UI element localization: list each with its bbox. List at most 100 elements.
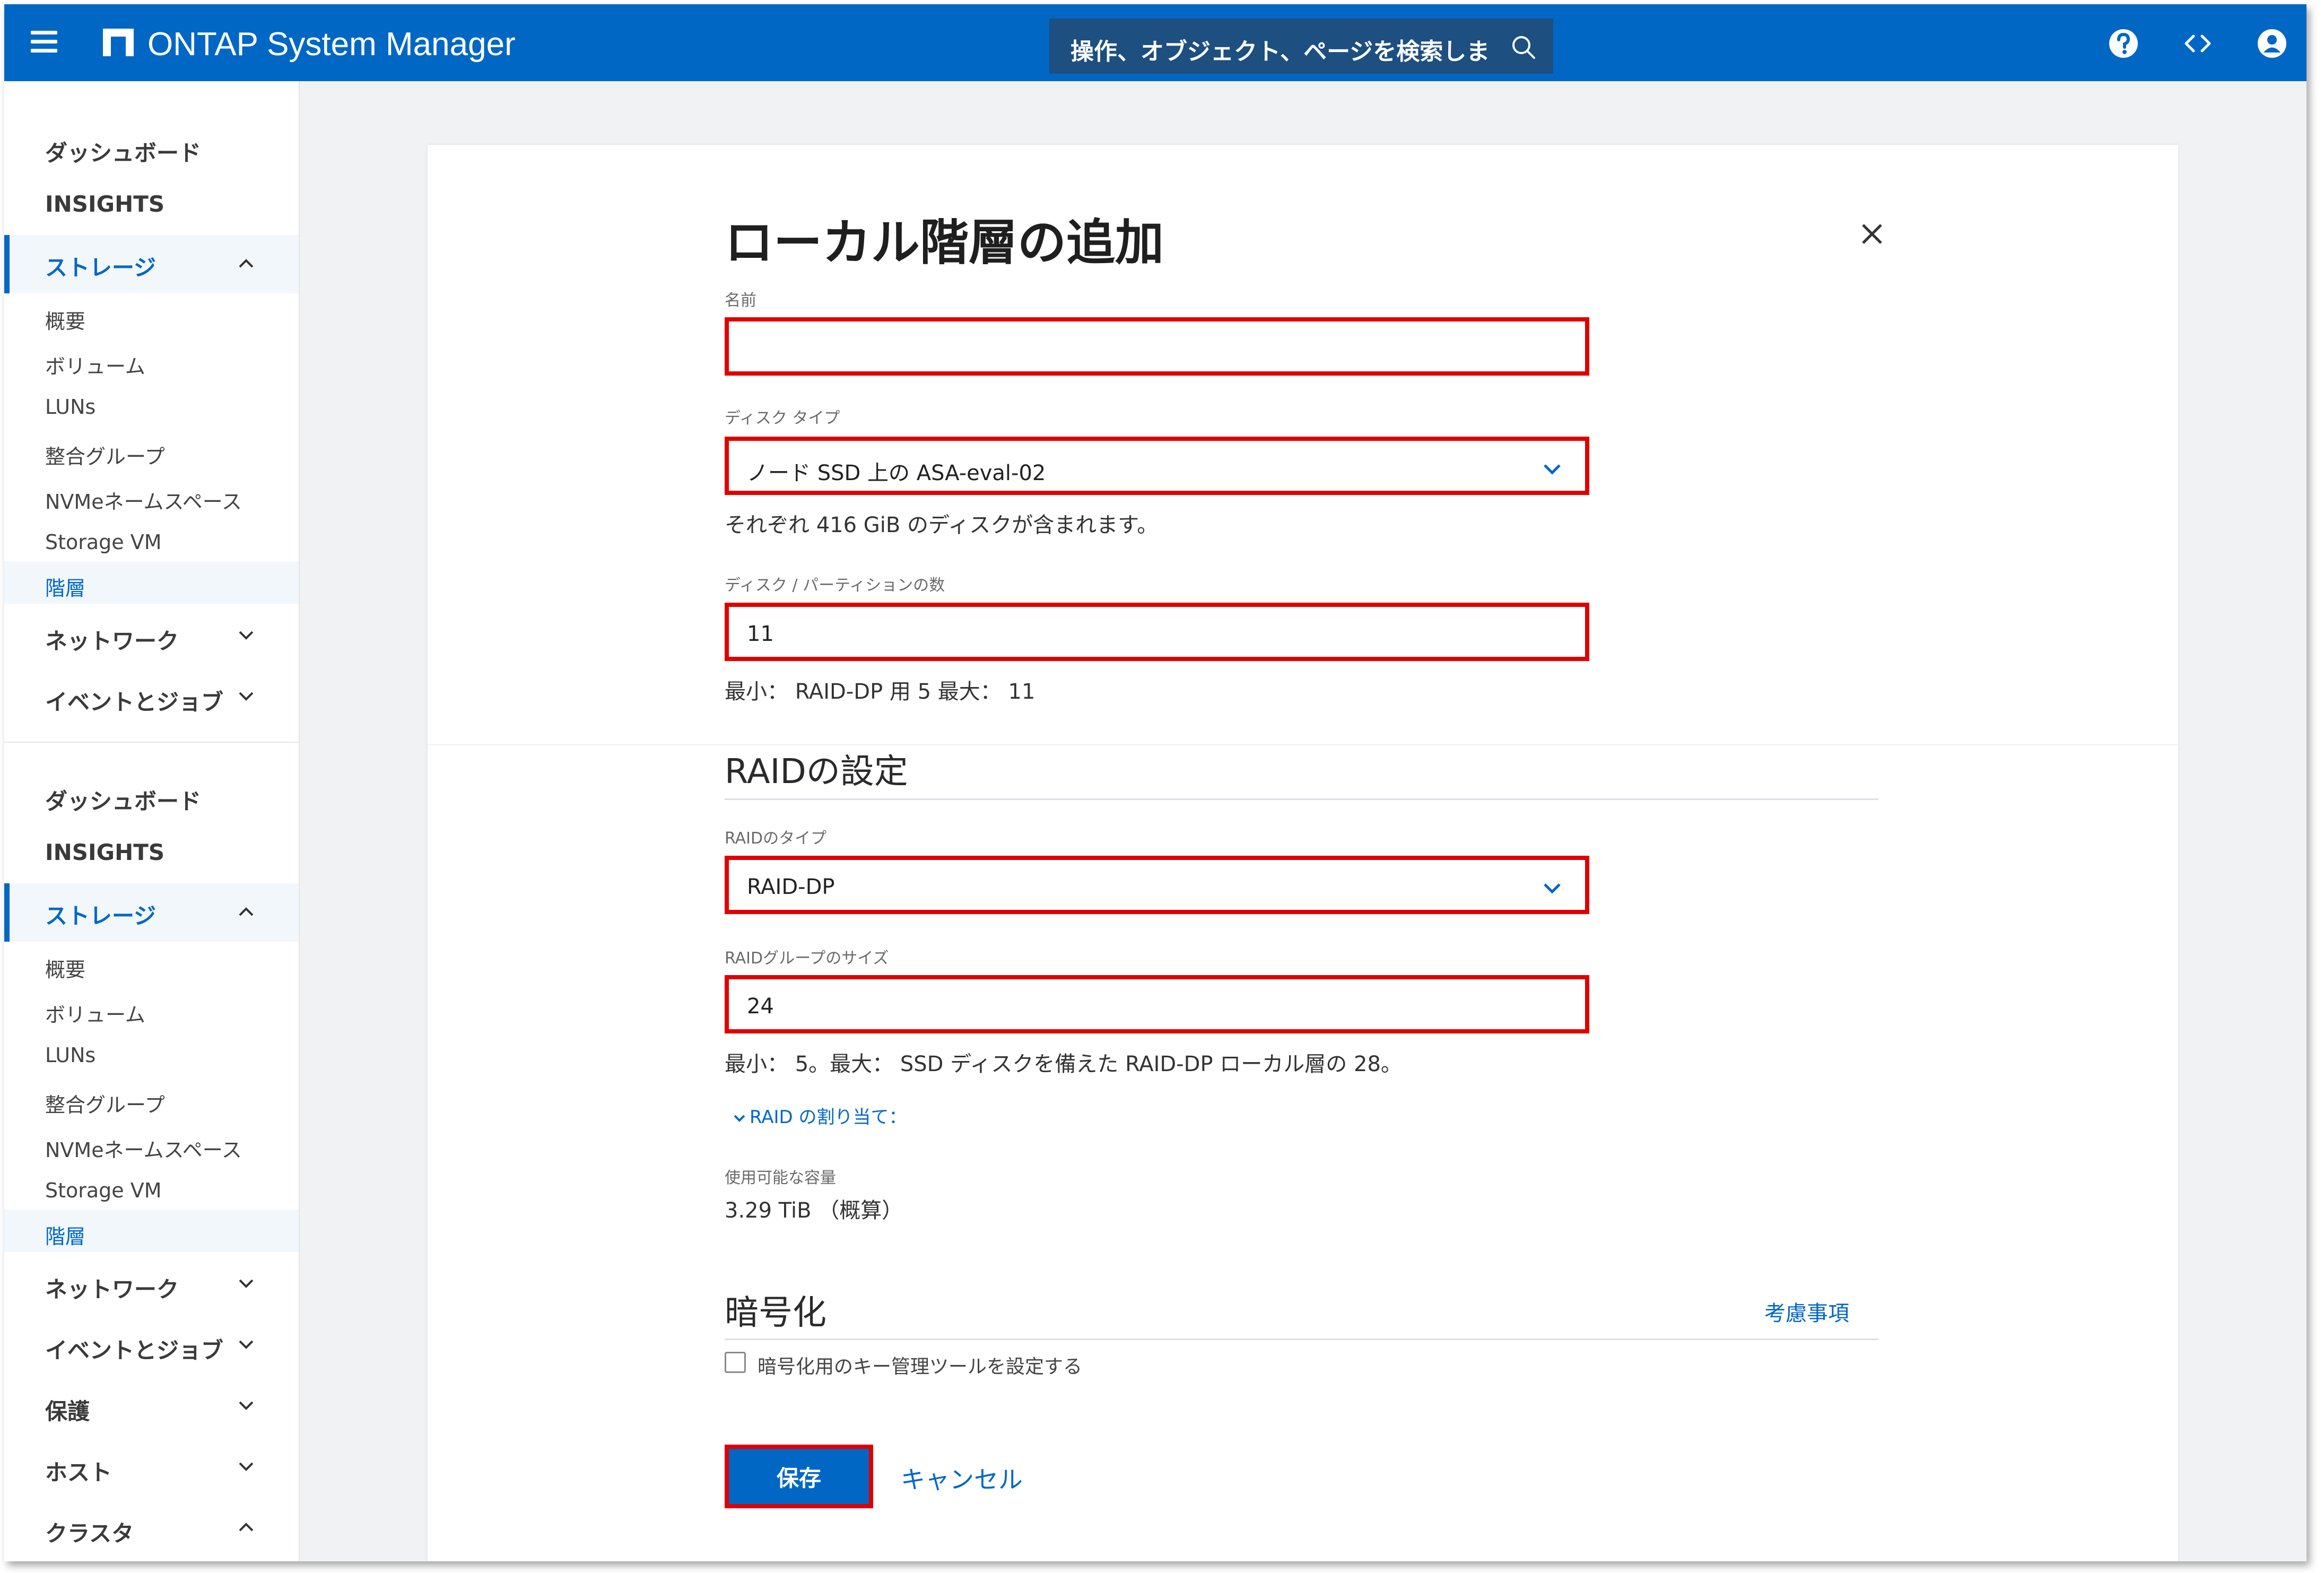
- sidebar-item-label: ホスト: [45, 1459, 112, 1485]
- sidebar-item-label: NVMeネームスペース: [45, 490, 242, 514]
- sidebar-item-label: クラスタ: [45, 1520, 134, 1546]
- chevron-down-icon[interactable]: [237, 690, 256, 702]
- sidebar-item-label: 整合グループ: [45, 1093, 165, 1117]
- sidebar-item-dashboard[interactable]: ダッシュボード: [4, 777, 299, 814]
- sidebar-item-dashboard[interactable]: ダッシュボード: [4, 129, 299, 166]
- sidebar-item-luns[interactable]: LUNs: [4, 1037, 299, 1074]
- sidebar-item-tiers[interactable]: 階層: [4, 561, 299, 604]
- search-icon[interactable]: [1510, 33, 1537, 61]
- sidebar-item-label: NVMeネームスペース: [45, 1139, 242, 1162]
- dialog-title: ローカル階層の追加: [725, 214, 1164, 271]
- disk-type-value: ノード SSD 上の ASA-eval-02: [747, 461, 1046, 485]
- sidebar-item-protection[interactable]: 保護: [4, 1387, 299, 1424]
- sidebar-item-nvme-namespaces[interactable]: NVMeネームスペース: [4, 479, 299, 516]
- app-window: ONTAP System Manager 操作、オブジェクト、ページを検索しま …: [4, 4, 2306, 1561]
- raid-section-divider: [725, 798, 1878, 800]
- raid-type-select[interactable]: RAID-DP: [725, 856, 1589, 914]
- sidebar-item-label: 保護: [45, 1398, 90, 1424]
- chevron-down-icon[interactable]: [237, 1399, 256, 1412]
- code-icon[interactable]: [2182, 28, 2214, 59]
- user-icon[interactable]: [2256, 28, 2288, 59]
- search-input[interactable]: 操作、オブジェクト、ページを検索しま: [1070, 32, 1490, 66]
- chevron-down-icon[interactable]: [237, 1277, 256, 1290]
- key-manager-checkbox[interactable]: [725, 1352, 746, 1373]
- save-button[interactable]: 保存: [725, 1445, 873, 1508]
- sidebar-item-nvme-namespaces[interactable]: NVMeネームスペース: [4, 1127, 299, 1164]
- sidebar-item-events-jobs[interactable]: イベントとジョブ: [4, 1326, 299, 1363]
- chevron-down-icon[interactable]: [237, 629, 256, 641]
- disk-count-hint: 最小： RAID-DP 用 5 最大： 11: [725, 680, 1035, 704]
- sidebar-item-volumes[interactable]: ボリューム: [4, 992, 299, 1029]
- encryption-section-divider: [725, 1339, 1878, 1340]
- name-label: 名前: [725, 291, 756, 310]
- sidebar-item-overview[interactable]: 概要: [4, 299, 299, 336]
- top-bar: ONTAP System Manager 操作、オブジェクト、ページを検索しま: [4, 4, 2306, 81]
- netapp-logo-icon: [103, 29, 134, 56]
- search-bar[interactable]: 操作、オブジェクト、ページを検索しま: [1049, 19, 1553, 74]
- sidebar-item-cluster[interactable]: クラスタ: [4, 1509, 299, 1546]
- chevron-down-icon[interactable]: [1542, 462, 1563, 476]
- chevron-down-icon: [734, 1115, 745, 1122]
- sidebar-item-network[interactable]: ネットワーク: [4, 617, 299, 654]
- sidebar-item-label: Storage VM: [45, 1179, 162, 1202]
- add-local-tier-dialog: ローカル階層の追加 名前 ディスク タイプ ノード SSD 上の ASA-eva…: [428, 145, 2178, 1561]
- chevron-up-icon[interactable]: [237, 1521, 256, 1534]
- sidebar-item-storage-vm[interactable]: Storage VM: [4, 1172, 299, 1210]
- sidebar-item-label: INSIGHTS: [45, 839, 165, 865]
- sidebar-item-tiers[interactable]: 階層: [4, 1210, 299, 1252]
- key-manager-checkbox-label: 暗号化用のキー管理ツールを設定する: [758, 1356, 1083, 1378]
- disk-type-label: ディスク タイプ: [725, 409, 840, 428]
- sidebar: ダッシュボード INSIGHTS ストレージ 概要 ボリューム LUNs 整合グ…: [4, 81, 300, 1561]
- sidebar-item-hosts[interactable]: ホスト: [4, 1448, 299, 1485]
- sidebar-item-consistency-groups[interactable]: 整合グループ: [4, 434, 299, 471]
- sidebar-item-label: LUNs: [45, 1044, 96, 1067]
- name-input[interactable]: [725, 317, 1589, 376]
- disk-type-select[interactable]: ノード SSD 上の ASA-eval-02: [725, 437, 1589, 495]
- sidebar-item-label: ストレージ: [45, 903, 156, 929]
- chevron-up-icon[interactable]: [237, 257, 256, 270]
- sidebar-item-label: ボリューム: [45, 355, 145, 378]
- sidebar-item-label: ダッシュボード: [45, 788, 202, 814]
- chevron-down-icon[interactable]: [237, 1460, 256, 1473]
- cancel-button[interactable]: キャンセル: [901, 1461, 1023, 1496]
- raid-allocation-link: RAID の割り当て：: [750, 1107, 907, 1128]
- raid-group-size-hint: 最小： 5。最大： SSD ディスクを備えた RAID-DP ローカル層の 28…: [725, 1052, 1402, 1076]
- sidebar-item-label: 概要: [45, 958, 86, 981]
- considerations-link[interactable]: 考慮事項: [1764, 1296, 1849, 1327]
- sidebar-item-label: イベントとジョブ: [45, 689, 224, 715]
- sidebar-item-storage-vm[interactable]: Storage VM: [4, 524, 299, 561]
- sidebar-item-label: INSIGHTS: [45, 191, 165, 217]
- app-title: ONTAP System Manager: [147, 26, 516, 63]
- raid-group-size-label: RAIDグループのサイズ: [725, 949, 889, 968]
- hamburger-menu-icon[interactable]: [31, 31, 57, 53]
- close-icon[interactable]: [1860, 222, 1884, 246]
- raid-allocation-toggle[interactable]: RAID の割り当て：: [733, 1102, 907, 1128]
- disk-type-hint: それぞれ 416 GiB のディスクが含まれます。: [725, 513, 1159, 537]
- sidebar-item-label: ストレージ: [45, 255, 156, 281]
- sidebar-item-overview[interactable]: 概要: [4, 947, 299, 984]
- help-icon[interactable]: [2108, 28, 2139, 59]
- raid-type-value: RAID-DP: [747, 875, 835, 899]
- raid-type-label: RAIDのタイプ: [725, 829, 827, 848]
- sidebar-item-insights[interactable]: INSIGHTS: [4, 833, 299, 870]
- sidebar-item-network[interactable]: ネットワーク: [4, 1265, 299, 1302]
- chevron-up-icon[interactable]: [237, 906, 256, 918]
- sidebar-item-label: 概要: [45, 310, 86, 333]
- raid-group-size-input[interactable]: 24: [725, 975, 1589, 1033]
- sidebar-item-luns[interactable]: LUNs: [4, 389, 299, 426]
- raid-section-title: RAIDの設定: [725, 752, 908, 792]
- sidebar-item-storage[interactable]: ストレージ: [4, 235, 299, 293]
- raid-group-size-value: 24: [747, 994, 774, 1019]
- sidebar-item-insights[interactable]: INSIGHTS: [4, 185, 299, 222]
- encryption-section-title: 暗号化: [725, 1293, 826, 1333]
- sidebar-item-events-jobs[interactable]: イベントとジョブ: [4, 678, 299, 715]
- sidebar-item-storage[interactable]: ストレージ: [4, 883, 299, 942]
- screenshot-seam: [428, 744, 2178, 745]
- sidebar-item-volumes[interactable]: ボリューム: [4, 344, 299, 381]
- sidebar-item-consistency-groups[interactable]: 整合グループ: [4, 1082, 299, 1119]
- sidebar-item-label: 階層: [45, 1225, 86, 1248]
- chevron-down-icon[interactable]: [237, 1338, 256, 1351]
- chevron-down-icon[interactable]: [1542, 881, 1563, 895]
- disk-count-input[interactable]: 11: [725, 603, 1589, 661]
- sidebar-item-label: ボリューム: [45, 1003, 145, 1027]
